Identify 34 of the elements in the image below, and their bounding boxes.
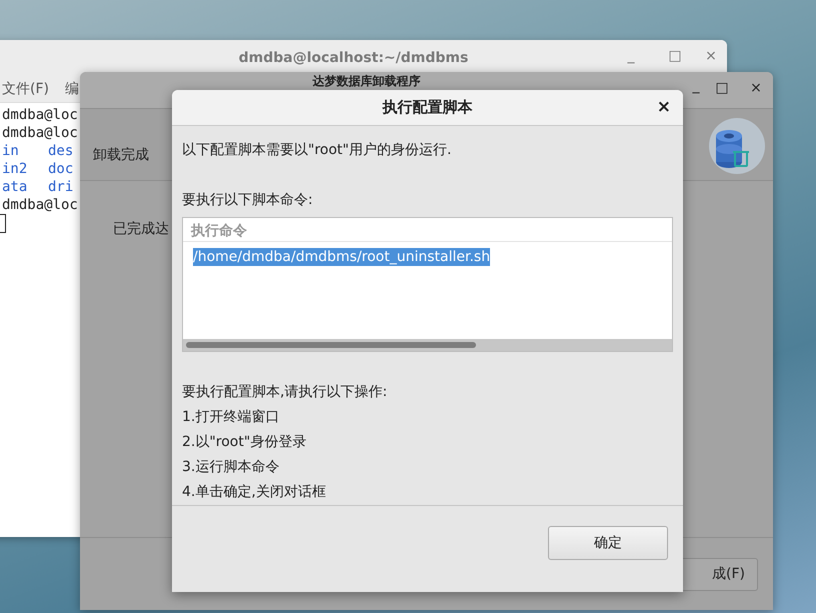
step-text: 4.单击确定,关闭对话框 [182,483,327,502]
dialog-title: 执行配置脚本 [382,98,472,117]
directory-name: doc [48,160,74,178]
directory-name: des [48,142,74,160]
step-text: 2.以"root"身份登录 [182,433,308,452]
steps-heading: 要执行配置脚本,请执行以下操作: [182,383,388,402]
commands-label: 要执行以下脚本命令: [182,191,314,210]
column-header: 执行命令 [183,218,672,242]
status-text: 已完成达 [113,221,169,237]
terminal-prompt: dmdba@loc [2,124,78,142]
menu-item[interactable]: 编 [64,80,79,98]
menu-item[interactable]: 文件(F) [2,80,49,98]
directory-name: ata [2,178,28,196]
window-title: dmdba@localhost:~/dmdbms [238,50,468,66]
maximize-button[interactable]: □ [714,80,730,96]
maximize-button[interactable]: □ [667,48,683,64]
step-text: 1.打开终端窗口 [182,408,280,427]
terminal-prompt: dmdba@loc [2,106,78,124]
directory-name: dri [48,178,74,196]
terminal-prompt: dmdba@loc [2,196,78,214]
intro-text: 以下配置脚本需要以"root"用户的身份运行. [182,141,452,160]
ok-button[interactable]: 确定 [548,526,668,560]
scrollbar-thumb[interactable] [186,342,476,348]
minimize-button[interactable]: _ [688,78,704,94]
directory-name: in [2,142,20,160]
directory-name: in2 [2,160,28,178]
window-title: 达梦数据库卸载程序 [312,74,420,88]
close-button[interactable]: × [748,80,764,96]
step-title: 卸载完成 [92,146,149,164]
minimize-button[interactable]: _ [623,48,639,64]
close-button[interactable]: × [703,48,719,64]
scrollbar[interactable] [183,339,672,351]
step-text: 3.运行脚本命令 [182,458,280,477]
close-button[interactable]: × [654,98,673,116]
